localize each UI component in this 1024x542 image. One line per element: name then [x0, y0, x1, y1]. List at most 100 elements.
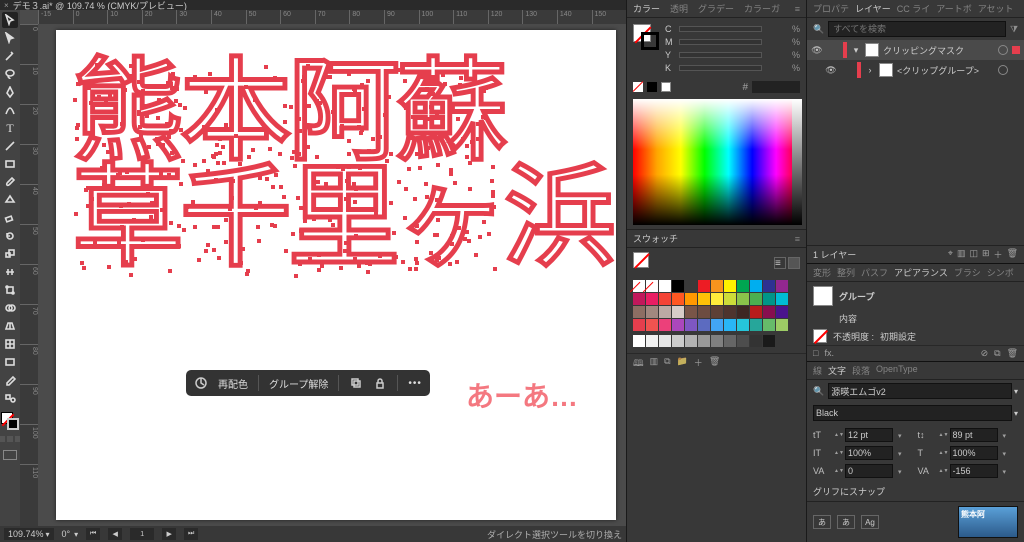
close-tab-icon[interactable]: × — [4, 1, 9, 10]
swatch[interactable] — [776, 306, 788, 318]
swatch[interactable] — [737, 319, 749, 331]
tab-colorguide[interactable]: カラーガ — [744, 2, 780, 15]
swatch[interactable] — [685, 280, 697, 292]
swatch[interactable] — [685, 335, 697, 347]
swatch[interactable] — [776, 280, 788, 292]
rotate-view-value[interactable]: 0° — [62, 529, 71, 539]
swatch[interactable] — [646, 306, 658, 318]
swatch[interactable] — [776, 319, 788, 331]
make-clip-icon[interactable]: ◫ — [969, 248, 978, 261]
leading-input[interactable] — [950, 428, 998, 442]
gradient-tool[interactable] — [2, 354, 18, 370]
draw-modes[interactable] — [0, 436, 21, 442]
pen-tool[interactable] — [2, 84, 18, 100]
swatch[interactable] — [724, 335, 736, 347]
rectangle-tool[interactable] — [2, 156, 18, 172]
tab-assets[interactable]: アセット — [978, 2, 1014, 15]
kerning-input[interactable] — [845, 464, 893, 478]
layers-list[interactable]: 👁▾クリッピングマスク👁›<クリップグループ> — [807, 40, 1024, 200]
swatch[interactable] — [659, 335, 671, 347]
swatch[interactable] — [711, 306, 723, 318]
glyph-snap-baseline[interactable]: あ — [813, 515, 831, 529]
tab-paragraph[interactable]: 段落 — [852, 364, 870, 377]
swatch-options-icon[interactable]: ⧉ — [664, 356, 670, 372]
swatch[interactable] — [672, 319, 684, 331]
black-swatch-icon[interactable] — [647, 82, 657, 92]
disclosure-icon[interactable]: › — [865, 65, 875, 75]
font-family-input[interactable] — [828, 383, 1012, 399]
tab-transform[interactable]: 変形 — [813, 266, 831, 279]
tab-swatches[interactable]: スウォッチ — [633, 232, 678, 245]
new-color-group-icon[interactable]: 📁 — [677, 356, 688, 372]
swatch[interactable] — [659, 293, 671, 305]
artboard[interactable]: 熊本阿蘇 草千里ヶ浜 あーあ… 再配色 グループ解除 — [56, 30, 616, 520]
free-transform-tool[interactable] — [2, 282, 18, 298]
tab-align[interactable]: 整列 — [837, 266, 855, 279]
fill-stroke-indicator[interactable] — [1, 412, 19, 430]
appearance-contents[interactable]: 内容 — [839, 312, 857, 325]
outlined-text-line2[interactable]: 草千里ヶ浜 — [72, 166, 612, 269]
swatch-grays[interactable] — [627, 333, 806, 353]
canvas-area[interactable]: -150102030405060708090100110120130140150… — [20, 10, 626, 526]
tab-color[interactable]: カラー — [633, 2, 660, 15]
swatch[interactable] — [776, 293, 788, 305]
swatch[interactable] — [724, 306, 736, 318]
swatch[interactable] — [659, 306, 671, 318]
swatch[interactable] — [711, 319, 723, 331]
eyedropper-tool[interactable] — [2, 372, 18, 388]
delete-layer-icon[interactable]: 🗑 — [1007, 248, 1018, 261]
swatch[interactable] — [763, 280, 775, 292]
glyph-snap-embox[interactable]: あ — [837, 515, 855, 529]
visibility-icon[interactable]: 👁 — [825, 65, 837, 76]
shape-builder-tool[interactable] — [2, 300, 18, 316]
swatch-grid[interactable] — [627, 278, 806, 333]
layer-name[interactable]: クリッピングマスク — [883, 44, 994, 57]
scale-tool[interactable] — [2, 246, 18, 262]
hex-input[interactable] — [752, 81, 800, 93]
swatch[interactable] — [672, 306, 684, 318]
blend-tool[interactable] — [2, 390, 18, 406]
tab-artboards[interactable]: アートボ — [936, 2, 971, 15]
swatch[interactable] — [633, 319, 645, 331]
duplicate-icon[interactable] — [349, 376, 363, 390]
swatch[interactable] — [633, 306, 645, 318]
selection-tool[interactable] — [2, 12, 18, 28]
swatch[interactable] — [737, 306, 749, 318]
tracking-input[interactable] — [950, 464, 998, 478]
contextual-task-bar[interactable]: 再配色 グループ解除 — [186, 370, 430, 396]
layer-row[interactable]: 👁▾クリッピングマスク — [807, 40, 1024, 60]
swatch-list-view-icon[interactable]: ≡ — [774, 257, 786, 269]
dup-appearance-icon[interactable]: ⧉ — [994, 348, 1000, 359]
cmyk-M-slider[interactable] — [679, 39, 762, 45]
tab-gradient[interactable]: グラデー — [698, 2, 734, 15]
swatch[interactable] — [711, 293, 723, 305]
swatch[interactable] — [659, 319, 671, 331]
new-layer-icon[interactable]: ＋ — [994, 248, 1003, 261]
swatch[interactable] — [685, 319, 697, 331]
artboard-last-icon[interactable]: ⏭ — [184, 528, 198, 540]
swatches-menu-icon[interactable]: ≡ — [795, 234, 800, 244]
font-style-input[interactable] — [813, 405, 1012, 421]
swatch[interactable] — [685, 293, 697, 305]
locate-object-icon[interactable]: ⌖ — [948, 248, 953, 261]
tab-layers[interactable]: レイヤー — [855, 2, 891, 15]
tab-pathfinder[interactable]: パスフ — [861, 266, 888, 279]
clear-appearance-icon[interactable]: ⊘ — [981, 348, 989, 359]
swatch[interactable] — [698, 335, 710, 347]
swatch[interactable] — [646, 319, 658, 331]
disclosure-icon[interactable]: ▾ — [851, 45, 861, 56]
swatch[interactable] — [672, 335, 684, 347]
tab-transparency[interactable]: 透明 — [670, 2, 688, 15]
screen-mode[interactable] — [3, 450, 17, 460]
eraser-tool[interactable] — [2, 210, 18, 226]
shaper-tool[interactable] — [2, 192, 18, 208]
swatch[interactable] — [711, 280, 723, 292]
stepper-icon[interactable]: ▲▼ — [834, 428, 842, 442]
curvature-tool[interactable] — [2, 102, 18, 118]
del-appearance-icon[interactable]: 🗑 — [1007, 348, 1018, 359]
layer-search-input[interactable] — [828, 21, 1006, 37]
target-icon[interactable] — [998, 65, 1008, 75]
new-swatch-icon[interactable]: ＋ — [694, 356, 703, 372]
tab-properties[interactable]: プロパテ — [813, 2, 849, 15]
white-swatch-icon[interactable] — [661, 82, 671, 92]
